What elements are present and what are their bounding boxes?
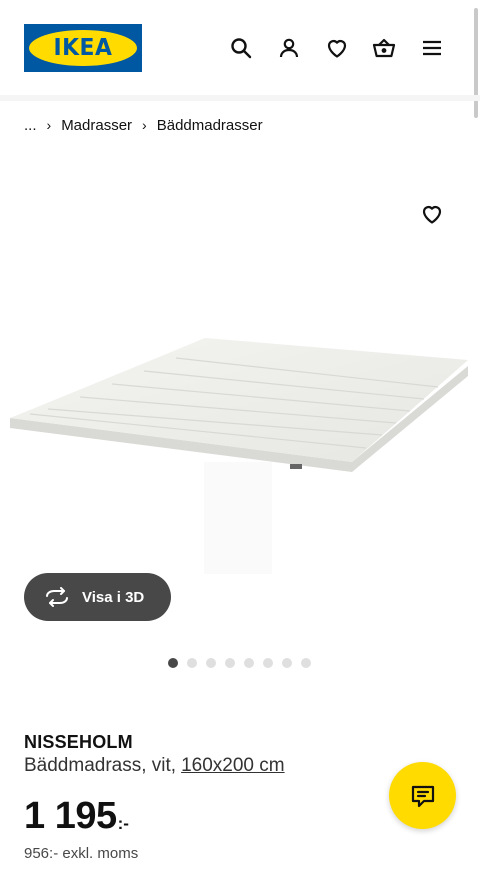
rotate-3d-icon bbox=[46, 587, 68, 607]
view-in-3d-label: Visa i 3D bbox=[82, 588, 145, 606]
carousel-dot[interactable] bbox=[282, 658, 292, 668]
account-icon[interactable] bbox=[275, 34, 303, 62]
carousel-dot[interactable] bbox=[244, 658, 254, 668]
price-excl-vat: 956:- exkl. moms bbox=[24, 845, 139, 862]
carousel-dot[interactable] bbox=[301, 658, 311, 668]
price-value: 1 195 bbox=[24, 795, 117, 837]
breadcrumb-item-baddmadrasser[interactable]: Bäddmadrasser bbox=[157, 117, 263, 134]
page-scrollbar[interactable] bbox=[474, 8, 478, 118]
carousel-dot[interactable] bbox=[187, 658, 197, 668]
header-divider bbox=[0, 95, 480, 101]
chat-button[interactable] bbox=[389, 762, 456, 829]
price-currency: :- bbox=[117, 814, 129, 833]
product-size-link[interactable]: 160x200 cm bbox=[181, 755, 285, 777]
breadcrumb-ellipsis[interactable]: ... bbox=[24, 117, 37, 134]
search-icon[interactable] bbox=[227, 34, 255, 62]
image-carousel-pagination bbox=[168, 658, 311, 668]
heart-icon bbox=[422, 205, 442, 224]
mattress-topper-illustration bbox=[10, 338, 468, 574]
breadcrumb: ... › Madrasser › Bäddmadrasser bbox=[24, 114, 263, 136]
breadcrumb-item-madrasser[interactable]: Madrasser bbox=[61, 117, 132, 134]
product-image[interactable] bbox=[0, 180, 480, 600]
product-description: Bäddmadrass, vit, 160x200 cm bbox=[24, 755, 285, 777]
logo-text: IKEA bbox=[53, 35, 113, 61]
heart-icon[interactable] bbox=[323, 34, 351, 62]
carousel-dot[interactable] bbox=[206, 658, 216, 668]
product-name[interactable]: NISSEHOLM bbox=[24, 732, 133, 753]
menu-icon[interactable] bbox=[418, 34, 446, 62]
carousel-dot[interactable] bbox=[263, 658, 273, 668]
carousel-dot[interactable] bbox=[225, 658, 235, 668]
site-header: IKEA bbox=[0, 0, 480, 96]
chat-icon bbox=[411, 785, 434, 807]
product-type: Bäddmadrass, vit, bbox=[24, 755, 177, 776]
view-in-3d-button[interactable]: Visa i 3D bbox=[24, 573, 171, 621]
chevron-right-icon: › bbox=[142, 117, 147, 133]
add-to-favourites-button[interactable] bbox=[416, 198, 448, 230]
carousel-dot[interactable] bbox=[168, 658, 178, 668]
chevron-right-icon: › bbox=[46, 117, 52, 133]
logo-oval: IKEA bbox=[29, 30, 137, 66]
product-price: 1 195 :- bbox=[24, 794, 129, 838]
cart-icon[interactable] bbox=[370, 34, 398, 62]
ikea-logo[interactable]: IKEA bbox=[24, 24, 142, 72]
